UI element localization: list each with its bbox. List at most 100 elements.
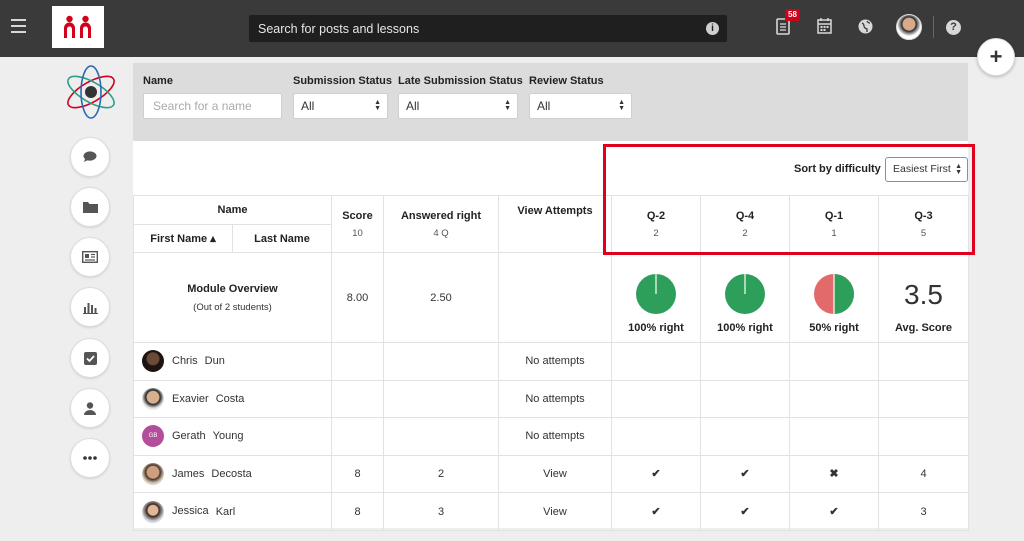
results-table: Name Score 10 Answered right 4 Q View At… xyxy=(133,195,969,531)
news-icon[interactable] xyxy=(70,237,110,277)
q3-cell xyxy=(878,379,969,418)
select-arrows-icon: ▲ ▼ xyxy=(504,99,511,112)
q2-cell: ✔ xyxy=(611,454,701,493)
first-name: Jessica xyxy=(172,505,209,518)
folder-icon[interactable] xyxy=(70,187,110,227)
module-overview-row: Module Overview (Out of 2 students) 8.00… xyxy=(133,252,969,343)
app-logo[interactable] xyxy=(52,6,104,48)
submission-status-select[interactable]: All ▲ ▼ xyxy=(293,93,388,119)
name-filter-input[interactable]: Search for a name xyxy=(143,93,282,119)
score-cell: 8 xyxy=(331,454,384,493)
document-icon[interactable] xyxy=(776,18,790,38)
answered-cell xyxy=(383,342,499,381)
filter-panel: Name Search for a name Submission Status… xyxy=(133,63,968,141)
question-label: Q-3 xyxy=(914,209,933,222)
sort-value: Easiest First xyxy=(893,163,951,175)
overview-q2: 100% right xyxy=(611,252,701,343)
menu-icon[interactable] xyxy=(11,19,26,33)
question-header-q2[interactable]: Q-2 2 xyxy=(611,195,701,253)
last-name: Costa xyxy=(215,392,245,405)
pie-label-q2: 100% right xyxy=(628,322,684,334)
q2-cell xyxy=(611,379,701,418)
question-header-q4[interactable]: Q-4 2 xyxy=(700,195,790,253)
answered-cell: 3 xyxy=(383,492,499,531)
attempts-cell: No attempts xyxy=(498,379,612,418)
student-name-cell[interactable]: Exavier Costa xyxy=(133,379,332,418)
student-name-cell[interactable]: Jessica Karl xyxy=(133,492,332,531)
avatar xyxy=(142,462,164,485)
name-header: Name xyxy=(133,195,332,225)
overview-attempts xyxy=(498,252,612,343)
q3-cell xyxy=(878,342,969,381)
avg-score-label: Avg. Score xyxy=(894,322,953,334)
answered-cell xyxy=(383,417,499,456)
question-label: Q-2 xyxy=(646,209,666,222)
table-row: James Decosta 8 2 View ✔ ✔ ✖ 4 xyxy=(133,454,969,493)
info-icon[interactable]: i xyxy=(706,22,719,35)
calendar-icon[interactable] xyxy=(817,18,832,37)
global-search-input[interactable] xyxy=(249,15,699,42)
q1-cell xyxy=(789,342,879,381)
help-icon[interactable]: ? xyxy=(946,20,961,35)
attempts-cell[interactable]: View xyxy=(498,492,612,531)
avg-score-value: 3.5 xyxy=(904,279,943,310)
checkbox-icon[interactable] xyxy=(70,338,110,378)
attempts-cell[interactable]: View xyxy=(498,454,612,493)
sort-label: Sort by difficulty xyxy=(794,163,881,175)
review-status-select[interactable]: All ▲ ▼ xyxy=(529,93,632,119)
pie-chart-q4 xyxy=(725,274,765,314)
q2-cell xyxy=(611,417,701,456)
avatar: GB xyxy=(142,425,164,448)
overview-subtitle: (Out of 2 students) xyxy=(193,301,272,313)
globe-icon[interactable] xyxy=(858,19,873,37)
overview-answered: 2.50 xyxy=(383,252,499,343)
select-arrows-icon: ▲ ▼ xyxy=(955,163,962,176)
name-filter-label: Name xyxy=(143,75,173,87)
q1-cell: ✖ xyxy=(789,454,879,493)
student-name-cell[interactable]: GB Gerath Young xyxy=(133,417,332,456)
first-name: Chris xyxy=(172,355,198,368)
person-icon[interactable] xyxy=(70,388,110,428)
module-logo xyxy=(62,63,120,121)
first-name-sort-header[interactable]: First Name ▴ xyxy=(133,224,233,253)
review-status-value: All xyxy=(537,99,551,113)
question-sub: 5 xyxy=(920,227,927,239)
score-header[interactable]: Score 10 xyxy=(331,195,384,253)
table-row: GB Gerath Young No attempts xyxy=(133,417,969,456)
submission-status-value: All xyxy=(301,99,315,113)
q4-cell xyxy=(700,342,790,381)
attempts-header: View Attempts xyxy=(498,195,612,253)
sort-select[interactable]: Easiest First ▲ ▼ xyxy=(885,157,968,182)
q1-cell xyxy=(789,417,879,456)
more-icon[interactable] xyxy=(70,438,110,478)
question-header-q1[interactable]: Q-1 1 xyxy=(789,195,879,253)
answered-header-sub: 4 Q xyxy=(433,227,449,239)
q4-cell: ✔ xyxy=(700,492,790,531)
table-row: Exavier Costa No attempts xyxy=(133,379,969,418)
user-avatar[interactable] xyxy=(896,14,922,40)
q4-cell: ✔ xyxy=(700,454,790,493)
overview-q3: 3.5 Avg. Score xyxy=(878,252,969,343)
student-name-cell[interactable]: James Decosta xyxy=(133,454,332,493)
bar-chart-icon[interactable] xyxy=(70,287,110,327)
answered-header[interactable]: Answered right 4 Q xyxy=(383,195,499,253)
last-name-sort-header[interactable]: Last Name xyxy=(232,224,332,253)
late-submission-select[interactable]: All ▲ ▼ xyxy=(398,93,518,119)
q2-cell: ✔ xyxy=(611,492,701,531)
avatar xyxy=(142,500,164,523)
student-name-cell[interactable]: Chris Dun xyxy=(133,342,332,381)
table-row: Chris Dun No attempts xyxy=(133,342,969,381)
topbar-divider xyxy=(933,16,934,38)
chat-icon[interactable] xyxy=(70,137,110,177)
last-name: Young xyxy=(212,430,244,443)
overview-q4: 100% right xyxy=(700,252,790,343)
question-sub: 2 xyxy=(742,227,748,239)
q3-cell: 3 xyxy=(878,492,969,531)
score-cell: 8 xyxy=(331,492,384,531)
first-name: Exavier xyxy=(172,392,209,405)
pie-label-q1: 50% right xyxy=(809,322,859,334)
question-header-q3[interactable]: Q-3 5 xyxy=(878,195,969,253)
answered-cell xyxy=(383,379,499,418)
last-name: Decosta xyxy=(211,467,252,480)
plus-icon[interactable]: + xyxy=(977,38,1015,76)
